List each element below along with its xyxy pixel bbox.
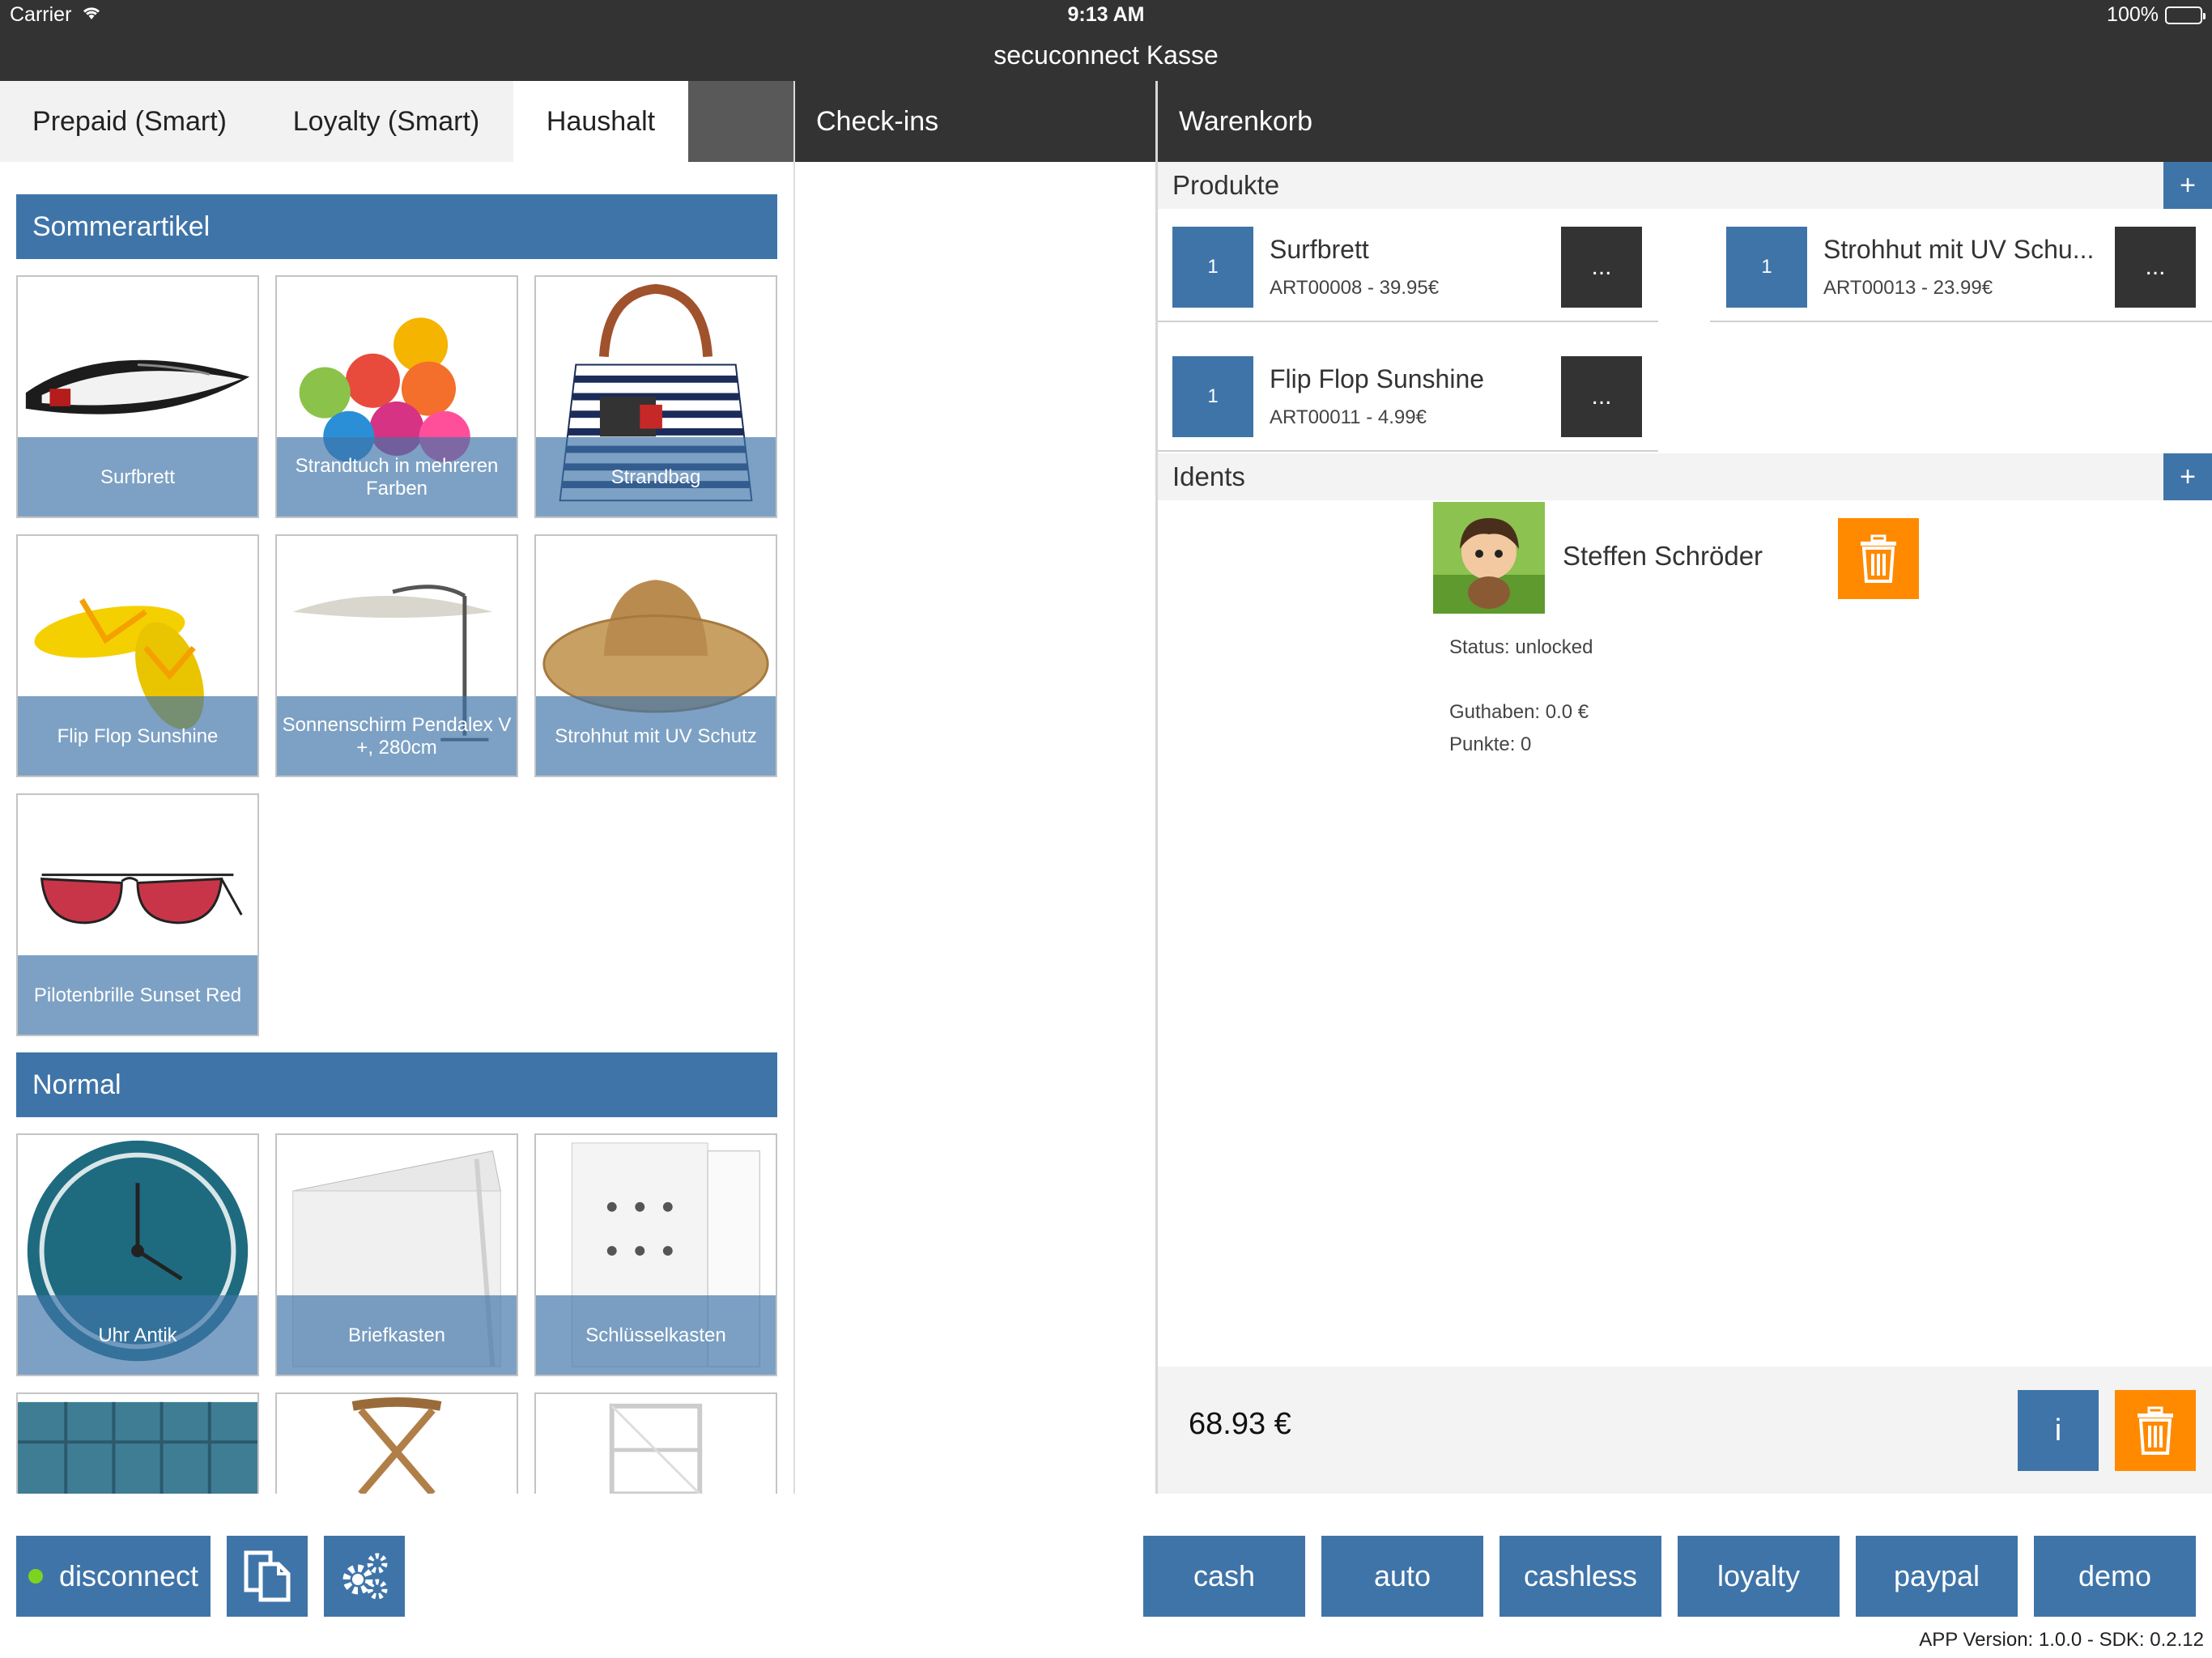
products-section-header: Produkte + [1158, 162, 2212, 209]
avatar [1433, 502, 1545, 614]
more-button[interactable]: ... [1561, 356, 1642, 437]
clock: 9:13 AM [1067, 3, 1145, 26]
info-button[interactable]: i [2018, 1390, 2099, 1471]
ident-balance: Guthaben: 0.0 € [1449, 701, 1589, 723]
battery-percent: 100% [2107, 3, 2159, 26]
cart-item-flipflop: 1 Flip Flop Sunshine ART00011 - 4.99€ ..… [1172, 356, 1642, 437]
product-tile-strandtuch[interactable]: Strandtuch in mehreren Farben [275, 275, 518, 518]
add-ident-button[interactable]: + [2163, 453, 2212, 500]
item-name: Strohhut mit UV Schu... [1823, 235, 2095, 264]
connection-status-icon [28, 1569, 43, 1584]
tile-label: Flip Flop Sunshine [18, 696, 257, 776]
pay-auto-button[interactable]: auto [1321, 1536, 1483, 1617]
tile-label: Strandtuch in mehreren Farben [277, 437, 517, 517]
tile-label: Sonnenschirm Pendalex V +, 280cm [277, 696, 517, 776]
version-label: APP Version: 1.0.0 - SDK: 0.2.12 [1919, 1629, 2204, 1651]
item-sku-price: ART00011 - 4.99€ [1270, 406, 1427, 428]
trash-icon [1861, 534, 1896, 583]
tile-label: Strohhut mit UV Schutz [536, 696, 776, 776]
tile-label: Uhr Antik [18, 1295, 257, 1375]
shelf-image [609, 1403, 703, 1494]
tab-loyalty[interactable]: Loyalty (Smart) [259, 81, 513, 162]
divider [1158, 450, 1658, 452]
pay-demo-button[interactable]: demo [2034, 1536, 2196, 1617]
clear-cart-button[interactable] [2115, 1390, 2196, 1471]
product-tile-surfbrett[interactable]: Surfbrett [16, 275, 259, 518]
tile-label: Strandbag [536, 437, 776, 517]
quantity-button[interactable]: 1 [1726, 227, 1807, 308]
documents-button[interactable] [227, 1536, 308, 1617]
item-sku-price: ART00008 - 39.95€ [1270, 277, 1440, 299]
tab-bar: Prepaid (Smart) Loyalty (Smart) Haushalt… [0, 81, 2212, 162]
item-name: Surfbrett [1270, 235, 1369, 264]
ident-status: Status: unlocked [1449, 636, 1593, 658]
battery-icon [2165, 6, 2206, 24]
cart-item-surfbrett: 1 Surfbrett ART00008 - 39.95€ ... [1172, 227, 1642, 308]
more-button[interactable]: ... [1561, 227, 1642, 308]
product-tile[interactable] [534, 1392, 777, 1494]
trash-icon [2138, 1406, 2173, 1455]
tile-label: Pilotenbrille Sunset Red [18, 955, 257, 1035]
product-tile-pilotenbrille[interactable]: Pilotenbrille Sunset Red [16, 793, 259, 1036]
idents-header-label: Idents [1172, 461, 1245, 491]
status-bar: Carrier 9:13 AM 100% secuconnect Kasse [0, 0, 2212, 81]
cart-title: Warenkorb [1158, 81, 2212, 162]
total-bar: 68.93 € i [1158, 1367, 2212, 1494]
chair-image [351, 1397, 442, 1494]
section-header-normal: Normal [16, 1052, 777, 1117]
tile-label: Surfbrett [18, 437, 257, 517]
ident-name: Steffen Schröder [1563, 541, 1763, 571]
cart-item-strohhut: 1 Strohhut mit UV Schu... ART00013 - 23.… [1726, 227, 2196, 308]
pay-cashless-button[interactable]: cashless [1499, 1536, 1661, 1617]
more-button[interactable]: ... [2115, 227, 2196, 308]
tile-label: Briefkasten [277, 1295, 517, 1375]
pay-cash-button[interactable]: cash [1143, 1536, 1305, 1617]
product-tile[interactable] [275, 1392, 518, 1494]
tile-label: Schlüsselkasten [536, 1295, 776, 1375]
idents-section-header: Idents + [1158, 453, 2212, 500]
pay-loyalty-button[interactable]: loyalty [1678, 1536, 1840, 1617]
documents-icon [244, 1550, 291, 1602]
divider [793, 81, 795, 1494]
tab-prepaid[interactable]: Prepaid (Smart) [0, 81, 259, 162]
product-tile-strandbag[interactable]: Strandbag [534, 275, 777, 518]
product-tile-strohhut[interactable]: Strohhut mit UV Schutz [534, 534, 777, 777]
tab-haushalt[interactable]: Haushalt [513, 81, 688, 162]
settings-button[interactable] [324, 1536, 405, 1617]
app-title: secuconnect Kasse [993, 40, 1219, 70]
ident-points: Punkte: 0 [1449, 733, 1532, 755]
checkins-header: Check-ins [795, 81, 1156, 162]
item-name: Flip Flop Sunshine [1270, 364, 1485, 393]
add-product-button[interactable]: + [2163, 162, 2212, 209]
divider [1710, 321, 2212, 322]
quantity-button[interactable]: 1 [1172, 356, 1253, 437]
product-tile-flipflop[interactable]: Flip Flop Sunshine [16, 534, 259, 777]
product-tile-uhr[interactable]: Uhr Antik [16, 1133, 259, 1376]
disconnect-label: disconnect [58, 1559, 199, 1592]
item-sku-price: ART00013 - 23.99€ [1823, 277, 1993, 299]
divider [1158, 321, 1658, 322]
products-header-label: Produkte [1172, 170, 1280, 200]
product-tile[interactable] [16, 1392, 259, 1494]
product-tile-briefkasten[interactable]: Briefkasten [275, 1133, 518, 1376]
gears-icon [342, 1553, 388, 1600]
tab-empty [688, 81, 793, 162]
quantity-button[interactable]: 1 [1172, 227, 1253, 308]
delete-ident-button[interactable] [1838, 518, 1919, 599]
cart-total: 68.93 € [1189, 1407, 1291, 1441]
disconnect-button[interactable]: disconnect [16, 1536, 211, 1617]
pay-paypal-button[interactable]: paypal [1856, 1536, 2018, 1617]
product-tile-sonnenschirm[interactable]: Sonnenschirm Pendalex V +, 280cm [275, 534, 518, 777]
product-tile-schluesselkasten[interactable]: Schlüsselkasten [534, 1133, 777, 1376]
cabinet-image [18, 1401, 257, 1494]
section-header-sommerartikel: Sommerartikel [16, 194, 777, 259]
divider [1155, 81, 1158, 1494]
